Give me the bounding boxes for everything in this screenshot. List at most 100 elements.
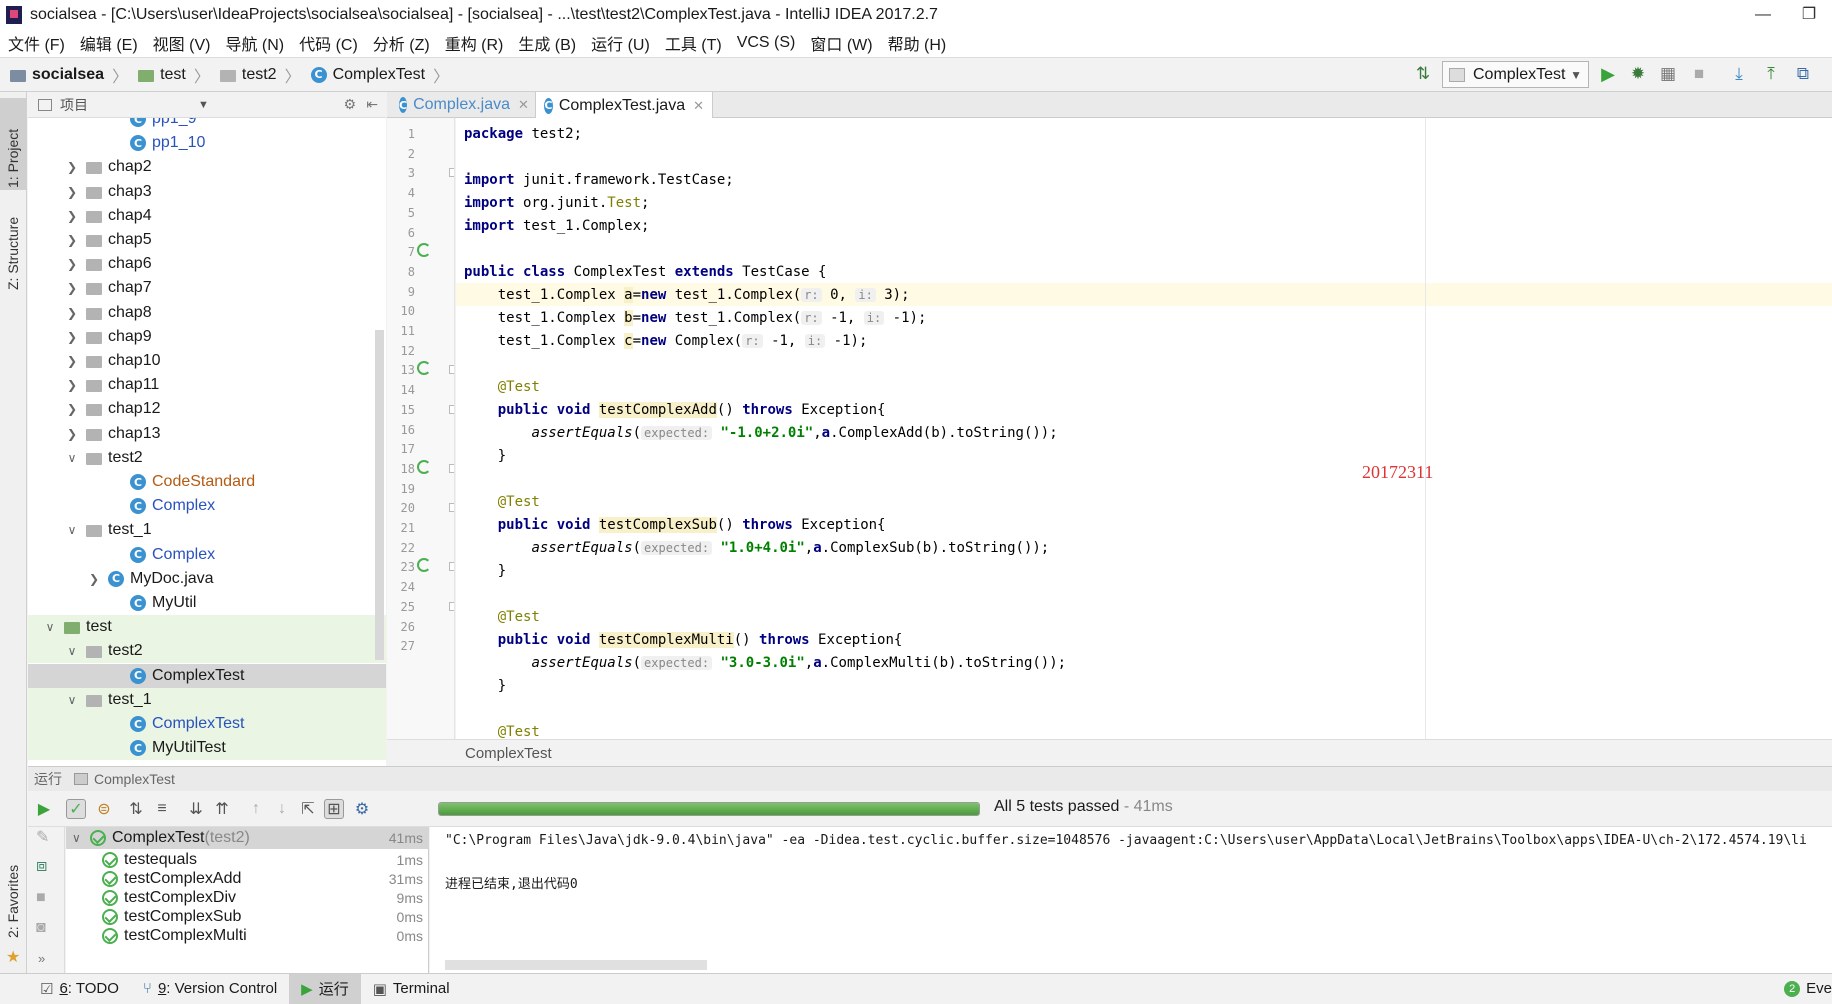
show-passed-icon[interactable]: ✓ <box>66 799 86 819</box>
chevron-right-icon[interactable]: ❯ <box>64 378 80 392</box>
menu-code[interactable]: 代码 (C) <box>299 31 358 55</box>
minimize-button[interactable]: — <box>1740 0 1786 29</box>
fold-marker-icon[interactable] <box>449 601 454 611</box>
pin-icon[interactable]: ✎ <box>36 827 49 847</box>
export-icon[interactable]: ⇱ <box>298 799 318 819</box>
menu-navigate[interactable]: 导航 (N) <box>225 31 284 55</box>
menu-file[interactable]: 文件 (F) <box>8 31 65 55</box>
tree-item[interactable]: C ComplexTest <box>28 712 386 736</box>
settings-gear-icon[interactable]: ⚙ <box>352 799 372 819</box>
tree-item[interactable]: Cpp1_10 <box>28 131 386 155</box>
menu-run[interactable]: 运行 (U) <box>591 31 650 55</box>
tree-item[interactable]: C MyUtil <box>28 591 386 615</box>
gear-icon[interactable]: ⚙ <box>343 96 356 113</box>
tree-item[interactable]: ❯ chap12 <box>28 397 386 421</box>
run-test-gutter-icon[interactable] <box>417 243 431 258</box>
run-test-gutter-icon[interactable] <box>417 459 431 474</box>
breadcrumb-class[interactable]: C ComplexTest 〉 <box>310 63 454 87</box>
prev-failed-icon[interactable]: ↑ <box>246 799 266 819</box>
fold-marker-icon[interactable] <box>449 503 454 513</box>
tree-item[interactable]: ∨ test_1 <box>28 687 386 712</box>
tab-complextest-java[interactable]: C ComplexTest.java ✕ <box>535 92 713 119</box>
tree-item[interactable]: ❯ chap5 <box>28 228 386 252</box>
chevron-right-icon[interactable]: ❯ <box>64 281 80 295</box>
tree-item[interactable]: ❯ chap8 <box>28 301 386 325</box>
fold-marker-icon[interactable] <box>449 365 454 375</box>
debug-icon[interactable]: ✹ <box>1627 63 1649 85</box>
vcs-update-icon[interactable]: ⤓ <box>1728 63 1750 85</box>
console-output[interactable]: "C:\Program Files\Java\jdk-9.0.4\bin\jav… <box>430 827 1832 973</box>
project-panel-title[interactable]: 项目 <box>60 95 88 115</box>
chevron-right-icon[interactable]: ❯ <box>64 427 80 441</box>
tree-item[interactable]: ❯ chap13 <box>28 422 386 446</box>
layout-icon[interactable]: ⧈ <box>36 855 47 876</box>
menu-window[interactable]: 窗口 (W) <box>810 31 872 55</box>
tree-item[interactable]: ∨ test2 <box>28 446 386 470</box>
test-root-row[interactable]: ∨ ComplexTest (test2) 41ms <box>66 827 429 849</box>
tree-item[interactable]: ❯ C MyDoc.java <box>28 567 386 591</box>
event-log[interactable]: 2 Eve <box>1772 974 1832 1004</box>
rerun-icon[interactable]: ▶ <box>34 799 54 819</box>
tree-item[interactable]: ❯ chap3 <box>28 180 386 204</box>
fold-marker-icon[interactable] <box>449 463 454 473</box>
menu-analyze[interactable]: 分析 (Z) <box>373 31 430 55</box>
chevron-down-icon[interactable]: ∨ <box>64 644 80 658</box>
next-failed-icon[interactable]: ↓ <box>272 799 292 819</box>
editor-breadcrumb-footer[interactable]: ComplexTest <box>387 739 1832 766</box>
code-editor[interactable]: package test2; import junit.framework.Te… <box>456 118 1832 739</box>
chevron-down-icon[interactable]: ∨ <box>72 831 86 845</box>
sort-icon[interactable]: ⇅ <box>1412 63 1434 85</box>
chevron-down-icon[interactable]: ▼ <box>198 99 209 111</box>
chevron-down-icon[interactable]: ∨ <box>42 620 58 634</box>
sort-alpha-icon[interactable]: ⇅ <box>126 799 146 819</box>
chevron-right-icon[interactable]: ❯ <box>64 306 80 320</box>
tab-terminal[interactable]: ▣ Terminal <box>361 974 462 1004</box>
menu-edit[interactable]: 编辑 (E) <box>80 31 138 55</box>
hide-panel-icon[interactable]: ⇤ <box>366 96 378 113</box>
project-scrollbar[interactable] <box>375 330 384 660</box>
menu-view[interactable]: 视图 (V) <box>153 31 211 55</box>
breadcrumb-project[interactable]: socialsea 〉 <box>10 63 132 87</box>
tree-item[interactable]: ❯ chap7 <box>28 276 386 300</box>
tab-run[interactable]: ▶ 运行 <box>289 973 361 1004</box>
stop-icon[interactable]: ■ <box>1688 63 1710 85</box>
vcs-commit-icon[interactable]: ⤒ <box>1760 63 1782 85</box>
tab-structure[interactable]: Z: Structure <box>5 217 21 290</box>
run-test-gutter-icon[interactable] <box>417 558 431 573</box>
chevron-right-icon[interactable]: ❯ <box>64 354 80 368</box>
import-tests-icon[interactable]: ⊞ <box>324 799 344 819</box>
tab-favorites[interactable]: 2: Favorites <box>5 865 21 938</box>
chevron-down-icon[interactable]: ∨ <box>64 693 80 707</box>
tree-item[interactable]: ∨ test_1 <box>28 518 386 542</box>
menu-vcs[interactable]: VCS (S) <box>737 34 796 52</box>
tab-todo[interactable]: ☑ 6: TODO <box>28 974 131 1004</box>
fold-marker-icon[interactable] <box>449 168 454 178</box>
chevron-down-icon[interactable]: ∨ <box>64 451 80 465</box>
chevron-right-icon[interactable]: ❯ <box>86 572 102 586</box>
coverage-icon[interactable]: ▦ <box>1657 63 1679 85</box>
chevron-right-icon[interactable]: ❯ <box>64 257 80 271</box>
tab-version-control[interactable]: ⑂ 9: Version Control <box>131 974 289 1004</box>
breadcrumb-test[interactable]: test 〉 <box>138 63 214 87</box>
menu-build[interactable]: 生成 (B) <box>518 31 576 55</box>
tree-item[interactable]: ❯ chap2 <box>28 155 386 179</box>
run-configuration-select[interactable]: ComplexTest ▼ <box>1442 61 1589 88</box>
breadcrumb-test2[interactable]: test2 〉 <box>219 63 305 87</box>
expand-all-icon[interactable]: ⇊ <box>186 799 206 819</box>
tree-item[interactable]: ❯ chap9 <box>28 325 386 349</box>
more-icon[interactable]: » <box>38 951 45 966</box>
fold-marker-icon[interactable] <box>449 562 454 572</box>
run-tab-name[interactable]: ComplexTest <box>94 771 175 787</box>
tree-item[interactable]: Cpp1_9 <box>28 118 386 131</box>
test-item-row[interactable]: testComplexMulti 0ms <box>66 925 429 947</box>
tab-complex-java[interactable]: C Complex.java ✕ <box>391 92 531 118</box>
tree-item[interactable]: ❯ chap4 <box>28 204 386 228</box>
chevron-right-icon[interactable]: ❯ <box>64 185 80 199</box>
chevron-right-icon[interactable]: ❯ <box>64 209 80 223</box>
tree-item[interactable]: C MyUtilTest <box>28 736 386 761</box>
chevron-right-icon[interactable]: ❯ <box>64 233 80 247</box>
chevron-right-icon[interactable]: ❯ <box>64 160 80 174</box>
chevron-right-icon[interactable]: ❯ <box>64 330 80 344</box>
tree-item[interactable]: ❯ chap10 <box>28 349 386 373</box>
tree-item[interactable]: ∨ test2 <box>28 639 386 664</box>
